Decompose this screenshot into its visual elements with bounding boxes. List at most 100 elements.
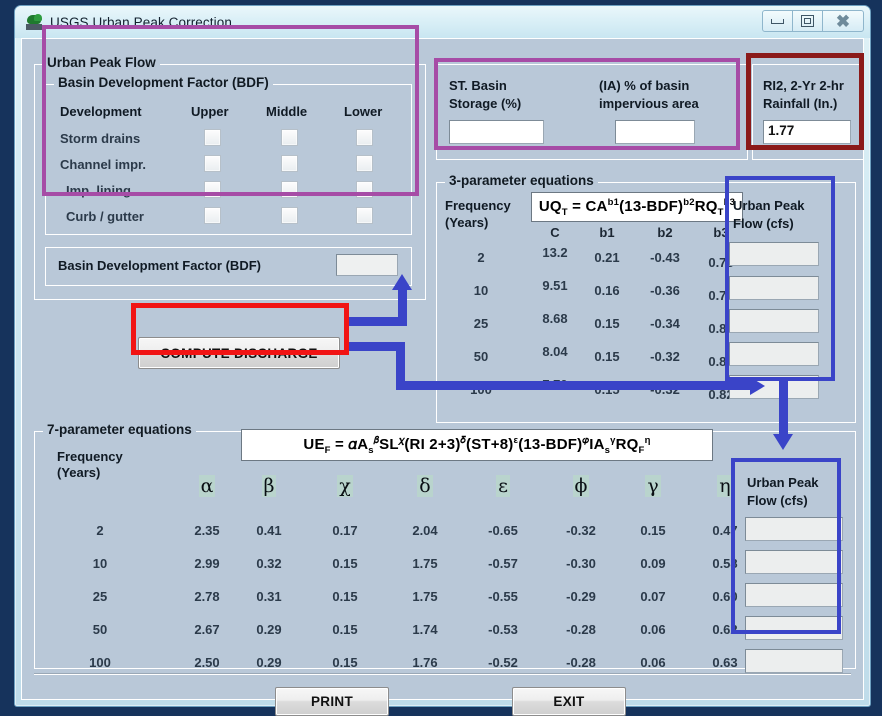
seven-parameter-legend: 7-parameter equations xyxy=(43,422,196,437)
three-param-row-b2: -0.43 xyxy=(642,250,688,265)
three-param-row-b2: -0.32 xyxy=(642,349,688,364)
rainfall-label-line2: Rainfall (In.) xyxy=(763,96,837,111)
checkbox-storm-drains-middle[interactable] xyxy=(281,129,298,146)
checkbox-channel-impr-upper[interactable] xyxy=(204,155,221,172)
close-button[interactable]: ✖ xyxy=(822,10,864,32)
rainfall-group: RI2, 2-Yr 2-hr Rainfall (In.) 1.77 xyxy=(752,64,864,160)
exit-button[interactable]: EXIT xyxy=(512,687,626,716)
seven-param-result-field[interactable] xyxy=(745,649,843,673)
three-param-row-freq: 25 xyxy=(451,316,511,331)
checkbox-channel-impr-lower[interactable] xyxy=(356,155,373,172)
checkbox-imp-lining-lower[interactable] xyxy=(356,181,373,198)
three-param-row-b1: 0.15 xyxy=(587,316,627,331)
three-parameter-formula: UQT = CAb1(13-BDF)b2RQTb3 xyxy=(531,192,743,222)
seven-param-result-field[interactable] xyxy=(745,616,843,640)
compute-discharge-button[interactable]: COMPUTE DISCHARGE xyxy=(138,337,340,369)
col-header-development: Development xyxy=(60,104,142,119)
seven-param-row-gamma: 0.09 xyxy=(629,556,677,571)
seven-param-result-field[interactable] xyxy=(745,517,843,541)
arrow-compute-to-results-h2 xyxy=(396,381,756,390)
checkbox-channel-impr-middle[interactable] xyxy=(281,155,298,172)
checkbox-storm-drains-upper[interactable] xyxy=(204,129,221,146)
maximize-icon xyxy=(801,15,814,27)
arrowhead-down-seven-results xyxy=(773,434,793,450)
seven-param-freq-header-line1: Frequency xyxy=(57,449,123,464)
maximize-button[interactable] xyxy=(792,10,823,32)
seven-param-row-chi: 0.15 xyxy=(321,589,369,604)
seven-param-row-phi: -0.30 xyxy=(555,556,607,571)
three-param-result-header-line2: Flow (cfs) xyxy=(733,216,794,231)
print-button[interactable]: PRINT xyxy=(275,687,389,716)
checkbox-curb-gutter-middle[interactable] xyxy=(281,207,298,224)
three-param-result-field[interactable] xyxy=(729,242,819,266)
row-label-curb-gutter: Curb / gutter xyxy=(66,209,144,224)
usgs-logo-icon xyxy=(26,14,43,31)
impervious-label-line2: impervious area xyxy=(599,96,699,111)
three-param-result-field[interactable] xyxy=(729,309,819,333)
seven-param-row-epsilon: -0.52 xyxy=(477,655,529,670)
title-bar[interactable]: USGS Urban Peak Correction ✖ xyxy=(15,6,870,38)
three-param-col-b1: b1 xyxy=(589,225,625,240)
three-param-result-field[interactable] xyxy=(729,276,819,300)
seven-param-row-epsilon: -0.57 xyxy=(477,556,529,571)
window-title: USGS Urban Peak Correction xyxy=(50,15,232,30)
col-header-lower: Lower xyxy=(344,104,382,119)
seven-param-row-beta: 0.31 xyxy=(245,589,293,604)
row-label-imp-lining: Imp. lining xyxy=(66,183,131,198)
seven-param-row-beta: 0.29 xyxy=(245,655,293,670)
storage-label-line2: Storage (%) xyxy=(449,96,521,111)
seven-param-result-field[interactable] xyxy=(745,583,843,607)
three-param-result-field[interactable] xyxy=(729,342,819,366)
seven-param-row-eta: 0.47 xyxy=(701,523,749,538)
seven-param-row-freq: 50 xyxy=(65,622,135,637)
three-param-col-b2: b2 xyxy=(645,225,685,240)
three-parameter-legend: 3-parameter equations xyxy=(445,173,598,188)
row-label-storm-drains: Storm drains xyxy=(60,131,140,146)
three-param-row-freq: 10 xyxy=(451,283,511,298)
seven-param-row-phi: -0.29 xyxy=(555,589,607,604)
seven-param-row-eta: 0.58 xyxy=(701,556,749,571)
arrow-compute-to-bdf-v xyxy=(398,288,407,322)
seven-param-row-epsilon: -0.55 xyxy=(477,589,529,604)
arrowhead-up-bdf xyxy=(392,274,412,290)
bdf-result-field[interactable] xyxy=(336,254,398,276)
seven-param-result-field[interactable] xyxy=(745,550,843,574)
checkbox-storm-drains-lower[interactable] xyxy=(356,129,373,146)
storage-label-line1: ST. Basin xyxy=(449,78,507,93)
three-param-row-C: 9.51 xyxy=(533,278,577,293)
seven-param-row-alpha: 2.35 xyxy=(183,523,231,538)
rainfall-input[interactable]: 1.77 xyxy=(763,120,851,144)
checkbox-imp-lining-upper[interactable] xyxy=(204,181,221,198)
seven-param-col-delta: δ xyxy=(403,475,447,497)
client-area: Urban Peak Flow Basin Development Factor… xyxy=(21,38,864,700)
rainfall-label-line1: RI2, 2-Yr 2-hr xyxy=(763,78,844,93)
minimize-button[interactable] xyxy=(762,10,793,32)
checkbox-curb-gutter-lower[interactable] xyxy=(356,207,373,224)
seven-param-row-alpha: 2.50 xyxy=(183,655,231,670)
three-param-row-freq: 50 xyxy=(451,349,511,364)
checkbox-curb-gutter-upper[interactable] xyxy=(204,207,221,224)
storage-input[interactable] xyxy=(449,120,544,144)
bdf-result-label: Basin Development Factor (BDF) xyxy=(58,258,261,273)
seven-param-freq-header-line2: (Years) xyxy=(57,465,100,480)
seven-param-row-gamma: 0.07 xyxy=(629,589,677,604)
checkbox-imp-lining-middle[interactable] xyxy=(281,181,298,198)
bdf-group-legend: Basin Development Factor (BDF) xyxy=(54,75,273,90)
seven-param-col-beta: β xyxy=(247,475,291,497)
seven-param-col-eta: η xyxy=(703,475,747,497)
three-param-row-C: 8.04 xyxy=(533,344,577,359)
three-param-row-freq: 2 xyxy=(451,250,511,265)
seven-param-row-beta: 0.41 xyxy=(245,523,293,538)
three-param-row-C: 8.68 xyxy=(533,311,577,326)
seven-param-row-gamma: 0.06 xyxy=(629,622,677,637)
seven-param-result-header-line2: Flow (cfs) xyxy=(747,493,808,508)
seven-param-row-freq: 2 xyxy=(65,523,135,538)
seven-param-row-alpha: 2.99 xyxy=(183,556,231,571)
seven-param-row-alpha: 2.67 xyxy=(183,622,231,637)
impervious-input[interactable] xyxy=(615,120,695,144)
seven-param-row-epsilon: -0.53 xyxy=(477,622,529,637)
arrow-down-to-seven-results xyxy=(779,381,788,439)
three-param-result-header-line1: Urban Peak xyxy=(733,198,805,213)
close-icon: ✖ xyxy=(836,13,850,30)
seven-param-col-phi: ϕ xyxy=(559,475,603,497)
